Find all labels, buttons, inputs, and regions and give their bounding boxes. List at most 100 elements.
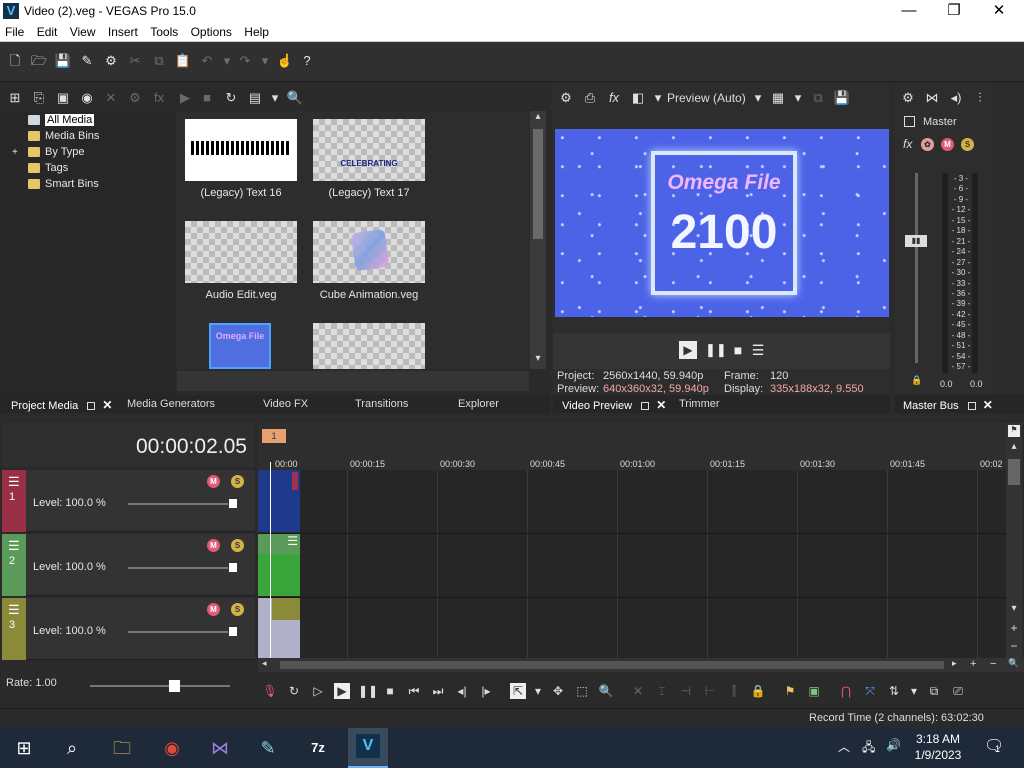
trim-icon[interactable]: ⌶ — [654, 683, 670, 699]
scroll-up-icon[interactable]: ▴ — [530, 111, 546, 125]
tree-expand-toggle[interactable]: + — [12, 145, 18, 160]
tab-explorer[interactable]: Explorer — [458, 398, 499, 410]
insert-marker-icon[interactable]: ⚑ — [782, 683, 798, 699]
loop-playback-icon[interactable]: ↻ — [286, 683, 302, 699]
clock-time[interactable]: 3:18 AM — [912, 732, 964, 746]
notification-center-icon[interactable]: 🗨 1 — [984, 736, 1008, 758]
selection-tool-icon[interactable]: ⬚ — [574, 683, 590, 699]
preview-play-icon[interactable]: ▶ — [176, 89, 194, 107]
minimize-button[interactable]: — — [886, 0, 932, 22]
lock-envelopes-icon[interactable]: ⎚ — [950, 683, 966, 699]
track-header[interactable]: ☰ 2 M S Level: 100.0 % — [2, 534, 255, 596]
zoom-in-icon[interactable]: + — [970, 658, 976, 670]
media-hscroll[interactable] — [177, 371, 529, 391]
play-button[interactable]: ▶ — [679, 341, 697, 359]
mute-icon[interactable]: M — [207, 603, 220, 616]
auto-crossfade-icon[interactable]: ⧉ — [926, 683, 942, 699]
timecode-display[interactable]: 00:00:02.05 — [136, 435, 247, 459]
what-is-this-icon[interactable]: ☝ — [276, 52, 294, 70]
ripple-mode-icon[interactable]: ⇅ — [886, 683, 902, 699]
level-slider-knob[interactable] — [228, 626, 238, 637]
media-thumbnail-selected[interactable]: Omega File — [209, 323, 271, 369]
tree-item-tags[interactable]: Tags — [28, 161, 68, 176]
trim-start-icon[interactable]: ⊣ — [678, 683, 694, 699]
capture-video-icon[interactable]: ⎘ — [30, 89, 48, 107]
play-from-start-icon[interactable]: ▷ — [310, 683, 326, 699]
scroll-thumb[interactable] — [1008, 459, 1020, 485]
close-button[interactable]: ✕ — [976, 0, 1022, 22]
quality-dropdown-icon[interactable]: ▾ — [749, 89, 767, 107]
tab-master-bus[interactable]: Master Bus ✕ — [903, 398, 993, 412]
scroll-right-icon[interactable]: ▸ — [952, 658, 957, 669]
copy-snapshot-icon[interactable]: ⧉ — [809, 89, 827, 107]
file-explorer-icon[interactable]: 🗀 — [106, 732, 138, 764]
visual-studio-icon[interactable]: ⋈ — [204, 732, 236, 764]
vegas-taskbar-button[interactable]: V — [348, 728, 388, 768]
media-properties-icon[interactable]: ⚙ — [126, 89, 144, 107]
tab-video-fx[interactable]: Video FX — [263, 398, 308, 410]
settings-gear-icon[interactable]: ⚙ — [102, 52, 120, 70]
media-thumbnail[interactable] — [313, 221, 425, 283]
preview-settings-gear-icon[interactable]: ⚙ — [557, 89, 575, 107]
undock-icon[interactable] — [87, 402, 96, 411]
preview-menu-icon[interactable]: ☰ — [749, 341, 767, 359]
go-to-end-icon[interactable]: ⏭ — [430, 683, 446, 699]
overlays-grid-icon[interactable]: ▦ — [769, 89, 787, 107]
solo-icon[interactable]: S — [231, 475, 244, 488]
menu-insert[interactable]: Insert — [103, 22, 142, 39]
web-media-icon[interactable]: ◉ — [78, 89, 96, 107]
timeline-ruler[interactable]: 1 00:00 00:00:15 00:00:30 00:00:45 00:01… — [258, 423, 1006, 471]
scroll-down-icon[interactable]: ▾ — [1006, 603, 1022, 614]
save-as-icon[interactable]: ✎ — [78, 52, 96, 70]
marker-flag[interactable]: 1 — [262, 429, 286, 443]
marker-menu-icon[interactable]: ⚑ — [1008, 425, 1020, 437]
mute-icon[interactable]: M — [941, 138, 954, 151]
mute-icon[interactable]: M — [207, 539, 220, 552]
zoom-tool-icon[interactable]: 🔍 — [1008, 658, 1019, 669]
track-menu-icon[interactable]: ☰ — [8, 602, 20, 618]
zoom-out-icon[interactable]: − — [990, 658, 996, 670]
tab-project-media[interactable]: Project Media ✕ — [11, 398, 112, 412]
7zip-icon[interactable]: 7z — [302, 732, 334, 764]
video-fx-icon[interactable]: fx — [605, 89, 623, 107]
track-menu-icon[interactable]: ☰ — [8, 538, 20, 554]
media-thumbnail[interactable] — [313, 323, 425, 369]
scroll-up-icon[interactable]: ▴ — [1006, 441, 1022, 452]
media-thumbnail[interactable] — [185, 119, 297, 181]
remove-media-icon[interactable]: ✕ — [102, 89, 120, 107]
redo-dropdown-icon[interactable]: ▾ — [256, 52, 274, 70]
tree-item-media-bins[interactable]: Media Bins — [28, 129, 99, 144]
solo-icon[interactable]: S — [961, 138, 974, 151]
auto-preview-icon[interactable]: ↻ — [222, 89, 240, 107]
undock-icon[interactable] — [641, 402, 650, 411]
split-screen-icon[interactable]: ◧ — [629, 89, 647, 107]
master-settings-gear-icon[interactable]: ⚙ — [899, 89, 917, 107]
maximize-button[interactable]: ❐ — [931, 0, 977, 22]
timeline-vscroll[interactable]: ⚑ ▴ ▾ + − — [1006, 423, 1022, 658]
ripple-dropdown-icon[interactable]: ▾ — [906, 683, 922, 699]
cut-icon[interactable]: ✂ — [126, 52, 144, 70]
save-icon[interactable]: 💾 — [54, 52, 72, 70]
close-tab-icon[interactable]: ✕ — [656, 398, 666, 412]
video-clip-track2[interactable]: ☰ — [258, 534, 300, 596]
views-dropdown-icon[interactable]: ▾ — [266, 89, 284, 107]
preview-stop-icon[interactable]: ■ — [198, 89, 216, 107]
dim-output-icon[interactable]: ◂) — [947, 89, 965, 107]
track-menu-icon[interactable]: ☰ — [8, 474, 20, 490]
undock-icon[interactable] — [967, 402, 976, 411]
lock-event-icon[interactable]: 🔒 — [750, 683, 766, 699]
rate-slider-knob[interactable] — [169, 680, 180, 692]
views-icon[interactable]: ▤ — [246, 89, 264, 107]
split-dropdown-icon[interactable]: ▾ — [649, 89, 667, 107]
search-icon[interactable]: ⌕ — [56, 732, 88, 764]
timeline-stop-button[interactable]: ■ — [382, 683, 398, 699]
envelope-tool-icon[interactable]: ✥ — [550, 683, 566, 699]
hscroll-thumb[interactable] — [280, 661, 944, 669]
undo-icon[interactable]: ↶ — [198, 52, 216, 70]
stop-button[interactable]: ■ — [729, 341, 747, 359]
menu-edit[interactable]: Edit — [32, 22, 62, 39]
downmix-icon[interactable]: ⋈ — [923, 89, 941, 107]
menu-options[interactable]: Options — [186, 22, 236, 39]
snapping-icon[interactable]: ⋂ — [838, 683, 854, 699]
media-thumbnail[interactable] — [185, 221, 297, 283]
